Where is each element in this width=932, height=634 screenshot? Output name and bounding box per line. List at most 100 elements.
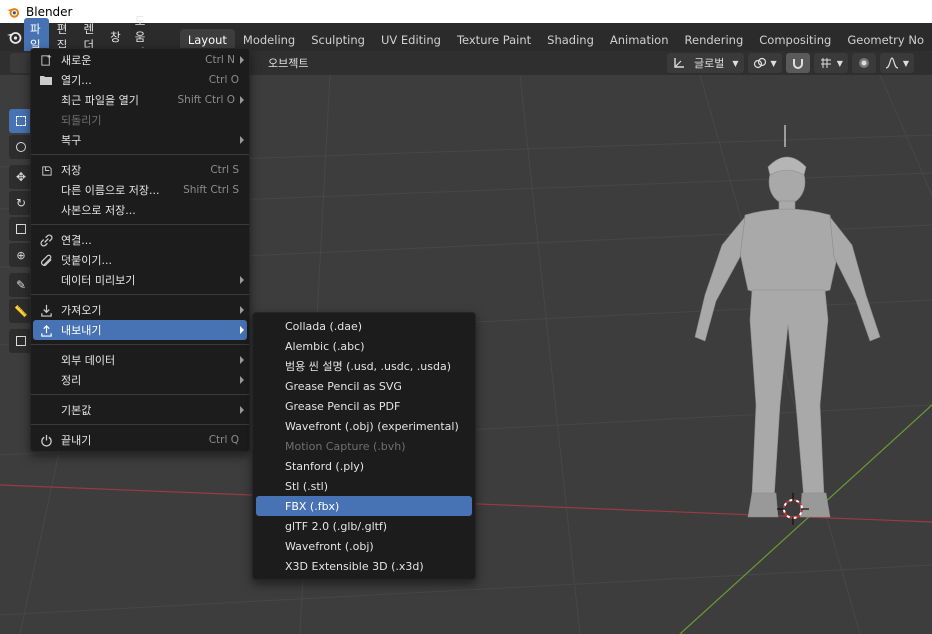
file-menu-item-10[interactable]: 연결... <box>31 230 249 250</box>
scale-icon <box>16 224 26 234</box>
menu-item-label: 복구 <box>61 134 82 147</box>
export-item-label: Grease Pencil as PDF <box>285 399 401 413</box>
tab-rendering[interactable]: Rendering <box>677 29 752 51</box>
export-item-3[interactable]: Grease Pencil as SVG <box>253 376 475 396</box>
editor-type-button[interactable] <box>10 53 32 73</box>
submenu-arrow-icon <box>240 376 244 384</box>
append-icon <box>39 253 53 267</box>
folder-icon <box>39 73 53 87</box>
blender-menu-icon[interactable] <box>6 26 22 48</box>
orientation-label: 글로벌 <box>694 57 725 70</box>
tab-animation[interactable]: Animation <box>602 29 677 51</box>
export-item-0[interactable]: Collada (.dae) <box>253 316 475 336</box>
transform-icon: ⊕ <box>16 248 26 262</box>
falloff-curve-icon <box>885 57 899 69</box>
chevron-down-icon: ▼ <box>902 58 909 68</box>
falloff-dropdown[interactable]: ▼ <box>879 53 914 73</box>
export-item-5[interactable]: Wavefront (.obj) (experimental) <box>253 416 475 436</box>
submenu-arrow-icon <box>240 356 244 364</box>
chevron-down-icon: ▼ <box>732 58 739 68</box>
menu-item-label: 사본으로 저장... <box>61 204 136 217</box>
file-menu-item-11[interactable]: 덧붙이기... <box>31 250 249 270</box>
export-item-12[interactable]: X3D Extensible 3D (.x3d) <box>253 556 475 576</box>
export-item-label: Grease Pencil as SVG <box>285 379 402 393</box>
menu-item-label: 새로운 <box>61 54 92 67</box>
snap-toggle[interactable] <box>785 53 810 73</box>
cursor-icon <box>16 142 26 152</box>
menu-item-label: 가져오기 <box>61 304 102 317</box>
menu-separator <box>31 154 249 155</box>
tab-geometry-nodes[interactable]: Geometry No <box>839 29 932 51</box>
file-menu-item-2[interactable]: 최근 파일을 열기 Shift Ctrl O <box>31 90 249 110</box>
menu-item-label: 정리 <box>61 374 82 387</box>
tab-texture-paint[interactable]: Texture Paint <box>449 29 539 51</box>
menu-separator <box>31 224 249 225</box>
file-menu-item-17[interactable]: 외부 데이터 <box>31 350 249 370</box>
export-item-label: Stanford (.ply) <box>285 459 365 473</box>
submenu-arrow-icon <box>240 326 244 334</box>
export-item-1[interactable]: Alembic (.abc) <box>253 336 475 356</box>
blender-window: Blender 파일 편집 렌더 창 도움말 Layout Modeling S… <box>0 0 932 634</box>
menu-item-shortcut: Ctrl S <box>210 164 239 176</box>
export-item-label: Motion Capture (.bvh) <box>285 439 406 453</box>
tab-uv-editing[interactable]: UV Editing <box>373 29 449 51</box>
import-icon <box>39 303 53 317</box>
export-item-11[interactable]: Wavefront (.obj) <box>253 536 475 556</box>
file-menu-item-4[interactable]: 복구 <box>31 130 249 150</box>
export-item-2[interactable]: 범용 씬 설명 (.usd, .usdc, .usda) <box>253 356 475 376</box>
add-cube-icon <box>16 336 26 346</box>
quit-icon <box>39 433 53 447</box>
file-menu-item-0[interactable]: 새로운 Ctrl N <box>31 50 249 70</box>
tab-compositing[interactable]: Compositing <box>751 29 839 51</box>
snap-grid-icon <box>820 58 831 68</box>
menu-separator <box>31 424 249 425</box>
file-menu-item-8[interactable]: 사본으로 저장... <box>31 200 249 220</box>
menu-item-label: 저장 <box>61 164 82 177</box>
proportional-edit-toggle[interactable] <box>851 53 876 73</box>
file-menu-item-15[interactable]: 내보내기 <box>33 320 247 340</box>
export-item-7[interactable]: Stanford (.ply) <box>253 456 475 476</box>
file-menu-item-7[interactable]: 다른 이름으로 저장... Shift Ctrl S <box>31 180 249 200</box>
tab-shading[interactable]: Shading <box>539 29 602 51</box>
export-item-label: Stl (.stl) <box>285 479 329 493</box>
menu-window[interactable]: 창 <box>104 26 127 48</box>
menu-item-label: 최근 파일을 열기 <box>61 94 139 107</box>
file-menu-item-12[interactable]: 데이터 미리보기 <box>31 270 249 290</box>
file-menu-item-20[interactable]: 기본값 <box>31 400 249 420</box>
file-menu-item-3: 되돌리기 <box>31 110 249 130</box>
top-bar: 파일 편집 렌더 창 도움말 Layout Modeling Sculpting… <box>0 14 932 60</box>
file-menu-item-1[interactable]: 열기... Ctrl O <box>31 70 249 90</box>
export-item-9[interactable]: FBX (.fbx) <box>256 496 472 516</box>
menu-item-label: 끝내기 <box>61 434 92 447</box>
export-item-10[interactable]: glTF 2.0 (.glb/.gltf) <box>253 516 475 536</box>
select-box-icon <box>16 116 26 126</box>
export-item-8[interactable]: Stl (.stl) <box>253 476 475 496</box>
submenu-arrow-icon <box>240 406 244 414</box>
transform-orientation-dropdown[interactable]: 글로벌 ▼ <box>667 53 744 73</box>
export-item-4[interactable]: Grease Pencil as PDF <box>253 396 475 416</box>
chevron-down-icon: ▼ <box>770 58 777 68</box>
menu-item-shortcut: Ctrl N <box>205 54 235 66</box>
snap-target-dropdown[interactable]: ▼ <box>813 53 848 73</box>
file-menu-item-14[interactable]: 가져오기 <box>31 300 249 320</box>
file-menu-item-18[interactable]: 정리 <box>31 370 249 390</box>
file-menu-item-22[interactable]: 끝내기 Ctrl Q <box>31 430 249 450</box>
file-menu: 새로운 Ctrl N 열기... Ctrl O 최근 파일을 열기 Shift Ctrl … <box>30 48 250 452</box>
tab-sculpting[interactable]: Sculpting <box>303 29 373 51</box>
file-menu-item-6[interactable]: 저장 Ctrl S <box>31 160 249 180</box>
menu-item-label: 덧붙이기... <box>61 254 112 267</box>
menu-separator <box>31 394 249 395</box>
viewport-header-tools: 글로벌 ▼ ▼ ▼ ▼ <box>667 53 914 73</box>
object-menu[interactable]: 오브젝트 <box>268 55 308 71</box>
export-item-label: FBX (.fbx) <box>285 499 340 513</box>
submenu-arrow-icon <box>240 96 244 104</box>
blender-logo-icon <box>6 7 20 18</box>
window-title: Blender <box>26 4 73 19</box>
pivot-icon <box>753 57 766 69</box>
submenu-arrow-icon <box>240 136 244 144</box>
pencil-icon: ✎ <box>15 278 27 292</box>
export-submenu: Collada (.dae) Alembic (.abc) 범용 씬 설명 (.us… <box>252 312 476 580</box>
export-item-label: X3D Extensible 3D (.x3d) <box>285 559 424 573</box>
export-item-label: glTF 2.0 (.glb/.gltf) <box>285 519 388 533</box>
pivot-dropdown[interactable]: ▼ <box>747 53 782 73</box>
